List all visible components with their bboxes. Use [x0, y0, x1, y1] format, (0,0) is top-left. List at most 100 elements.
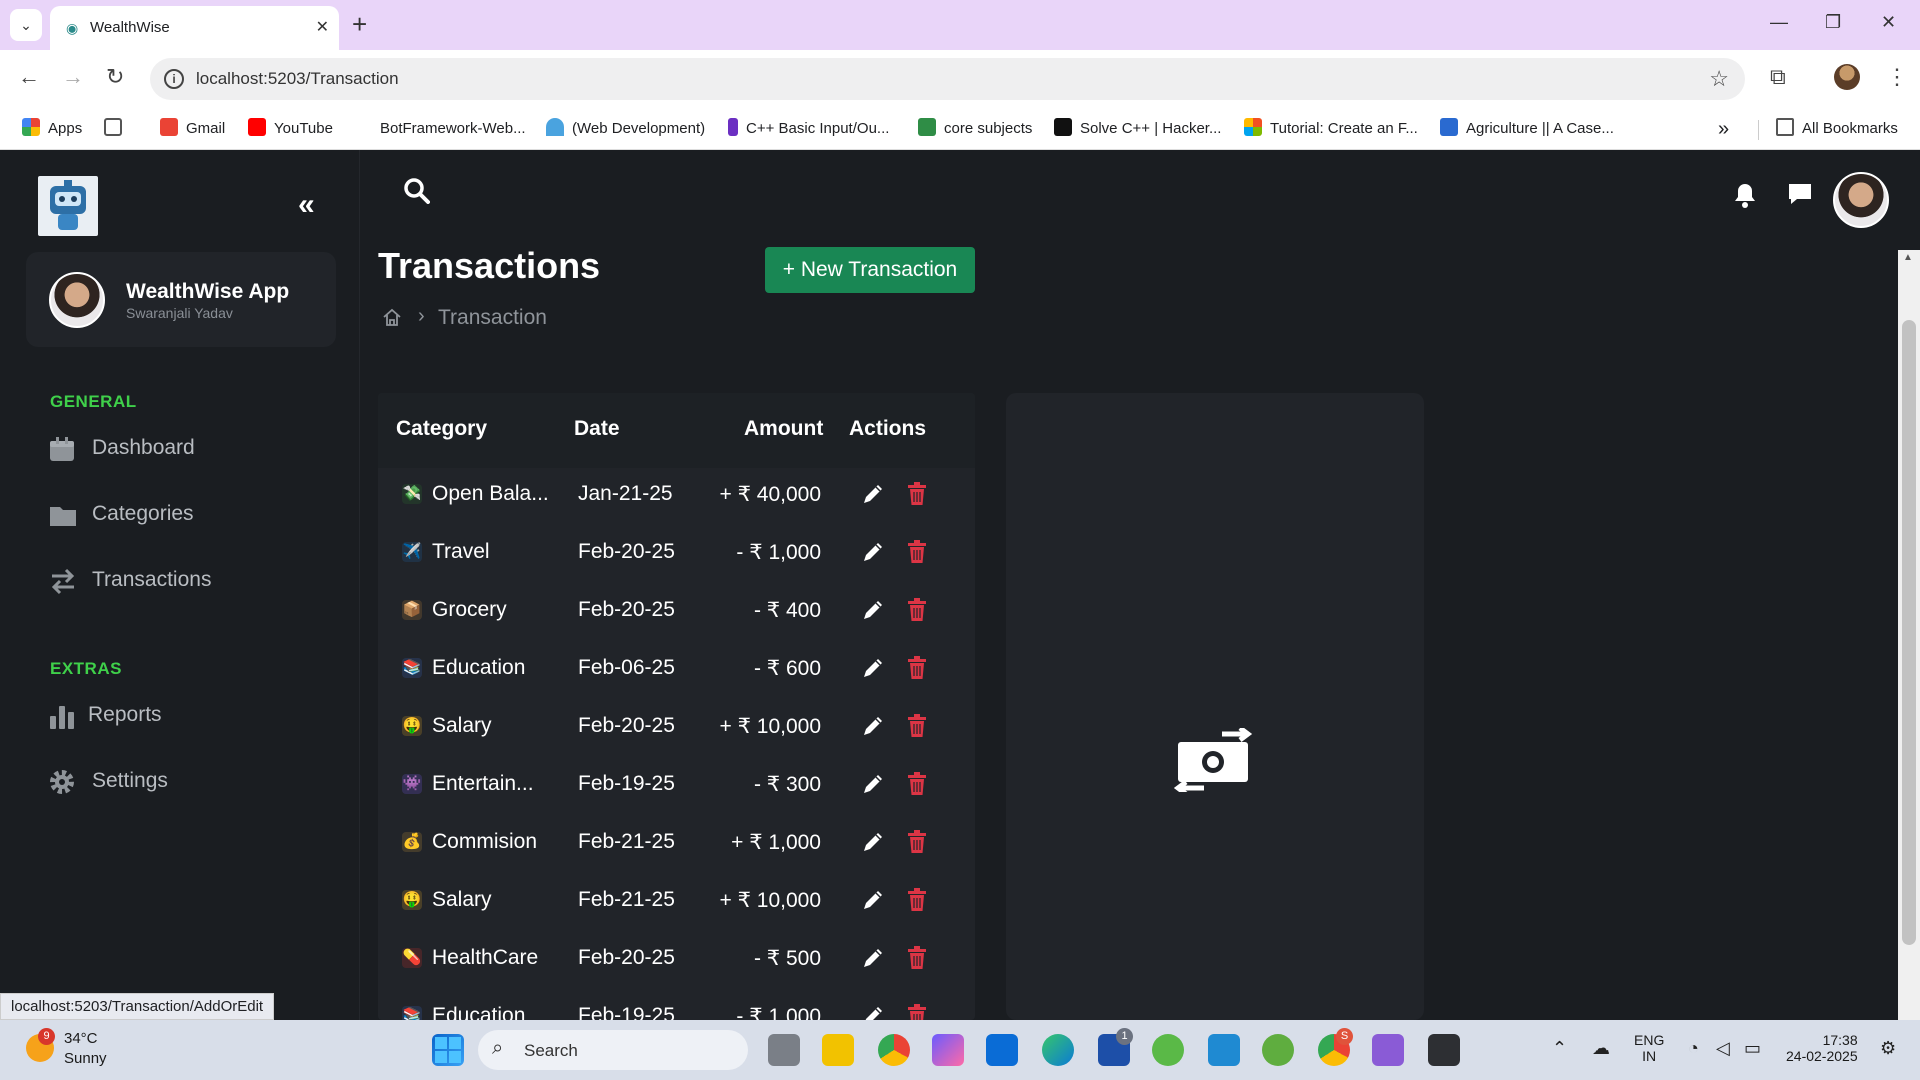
sidebar-item-reports[interactable]: Reports [48, 696, 338, 736]
chevron-up-icon[interactable]: ⌃ [1552, 1038, 1567, 1059]
edit-pencil-icon[interactable] [861, 1004, 885, 1020]
sidebar-item-transactions[interactable]: Transactions [48, 561, 338, 601]
taskbar-search[interactable]: ⌕ Search [478, 1030, 748, 1070]
sidebar-item-dashboard[interactable]: Dashboard [48, 429, 338, 469]
address-bar[interactable]: i localhost:5203/Transaction ☆ [150, 58, 1745, 100]
battery-icon[interactable]: ▭ [1744, 1038, 1761, 1059]
bookmark-cpp[interactable]: C++ Basic Input/Ou... [728, 117, 889, 141]
scroll-up-icon[interactable]: ▲ [1903, 252, 1913, 263]
minimize-icon[interactable]: — [1770, 12, 1788, 33]
extensions-icon[interactable]: ⧉ [1770, 64, 1786, 90]
back-icon[interactable]: ← [18, 64, 40, 90]
sidebar-item-settings[interactable]: Settings [48, 762, 338, 802]
delete-trash-icon[interactable] [906, 1004, 928, 1020]
collapse-sidebar-icon[interactable]: « [298, 188, 315, 222]
edge-icon[interactable] [1042, 1034, 1074, 1066]
taskbar-search-label: Search [524, 1041, 578, 1060]
notification-bell-icon[interactable] [1733, 182, 1757, 215]
delete-trash-icon[interactable] [906, 772, 928, 801]
delete-trash-icon[interactable] [906, 714, 928, 743]
volume-icon[interactable]: ◁ [1716, 1038, 1730, 1059]
category-icon: 💊 [402, 948, 422, 968]
app-logo[interactable] [38, 176, 98, 236]
cell-date: Feb-20-25 [578, 540, 675, 563]
delete-trash-icon[interactable] [906, 888, 928, 917]
delete-trash-icon[interactable] [906, 830, 928, 859]
leaf-app-icon[interactable] [1262, 1034, 1294, 1066]
delete-trash-icon[interactable] [906, 598, 928, 627]
file-explorer-icon[interactable] [822, 1034, 854, 1066]
bookmark-apps[interactable]: Apps [22, 117, 82, 141]
reload-icon[interactable]: ↻ [106, 64, 124, 90]
delete-trash-icon[interactable] [906, 656, 928, 685]
bookmark-youtube[interactable]: YouTube [248, 117, 333, 141]
edit-pencil-icon[interactable] [861, 830, 885, 859]
chrome-icon[interactable] [878, 1034, 910, 1066]
bookmark-grid[interactable] [104, 117, 130, 141]
user-avatar[interactable] [1833, 172, 1889, 228]
weather-temperature[interactable]: 34°C [64, 1030, 98, 1047]
task-view-icon[interactable] [768, 1034, 800, 1066]
spring-tools-icon[interactable] [1152, 1034, 1184, 1066]
outlook-icon[interactable] [986, 1034, 1018, 1066]
all-bookmarks[interactable]: All Bookmarks [1776, 117, 1898, 141]
bookmark-gmail[interactable]: Gmail [160, 117, 225, 141]
bookmark-botframework[interactable]: BotFramework-Web... [380, 117, 526, 141]
edit-pencil-icon[interactable] [861, 714, 885, 743]
edit-pencil-icon[interactable] [861, 656, 885, 685]
site-info-icon[interactable]: i [164, 69, 184, 89]
terminal-icon[interactable] [1428, 1034, 1460, 1066]
edit-pencil-icon[interactable] [861, 772, 885, 801]
sidebar-item-categories[interactable]: Categories [48, 495, 338, 535]
windows-start-icon[interactable] [432, 1034, 464, 1066]
cell-category: HealthCare [432, 946, 539, 969]
category-icon: 📚 [402, 1006, 422, 1020]
chrome-menu-icon[interactable]: ⋮ [1886, 64, 1908, 90]
clock[interactable]: 17:38 24-02-2025 [1786, 1032, 1858, 1064]
notification-icon[interactable]: ⚙ [1880, 1038, 1896, 1059]
language-indicator[interactable]: ENG IN [1634, 1032, 1664, 1064]
restore-icon[interactable]: ❐ [1825, 12, 1841, 33]
edit-pencil-icon[interactable] [861, 482, 885, 511]
new-transaction-button[interactable]: + New Transaction [765, 247, 975, 293]
scrollbar-thumb[interactable] [1902, 320, 1916, 945]
column-header-amount[interactable]: Amount [744, 417, 823, 441]
bookmark-tutorial[interactable]: Tutorial: Create an F... [1244, 117, 1418, 141]
edit-pencil-icon[interactable] [861, 946, 885, 975]
delete-trash-icon[interactable] [906, 540, 928, 569]
edit-pencil-icon[interactable] [861, 598, 885, 627]
more-bookmarks-icon[interactable]: » [1718, 117, 1729, 141]
column-header-date[interactable]: Date [574, 417, 620, 441]
edit-pencil-icon[interactable] [861, 888, 885, 917]
bookmark-agriculture[interactable]: Agriculture || A Case... [1440, 117, 1614, 141]
messages-icon[interactable] [1787, 182, 1813, 213]
bookmark-webdev[interactable]: (Web Development) [546, 117, 705, 141]
forward-icon[interactable]: → [62, 64, 84, 90]
gear-icon [48, 768, 76, 796]
chrome-profile-avatar[interactable] [1834, 64, 1860, 90]
profile-card[interactable]: WealthWise App Swaranjali Yadav [26, 252, 336, 347]
onedrive-icon[interactable]: ☁ [1592, 1038, 1610, 1059]
bookmark-core-subjects[interactable]: core subjects [918, 117, 1032, 141]
wifi-icon[interactable]: ◔ [1688, 1038, 1699, 1059]
delete-trash-icon[interactable] [906, 946, 928, 975]
delete-trash-icon[interactable] [906, 482, 928, 511]
page-scrollbar[interactable]: ▲ [1898, 250, 1920, 1020]
bookmark-hackerrank[interactable]: Solve C++ | Hacker... [1054, 117, 1221, 141]
home-icon[interactable] [382, 307, 402, 332]
copilot-icon[interactable] [932, 1034, 964, 1066]
link-status-bar: localhost:5203/Transaction/AddOrEdit [0, 993, 275, 1020]
visual-studio-icon[interactable] [1372, 1034, 1404, 1066]
browser-tab[interactable]: ◉ WealthWise ✕ [50, 6, 339, 50]
new-tab-icon[interactable]: + [352, 10, 367, 38]
column-header-category[interactable]: Category [396, 417, 487, 441]
tab-search-dropdown[interactable]: ⌄ [10, 9, 42, 41]
close-window-icon[interactable]: ✕ [1881, 12, 1896, 33]
weather-description[interactable]: Sunny [64, 1050, 107, 1067]
tab-close-icon[interactable]: ✕ [316, 17, 329, 37]
sidebar: « WealthWise App Swaranjali Yadav GENERA… [0, 150, 360, 1020]
edit-pencil-icon[interactable] [861, 540, 885, 569]
vscode-icon[interactable] [1208, 1034, 1240, 1066]
search-icon[interactable] [404, 178, 430, 209]
bookmark-star-icon[interactable]: ☆ [1709, 66, 1729, 92]
